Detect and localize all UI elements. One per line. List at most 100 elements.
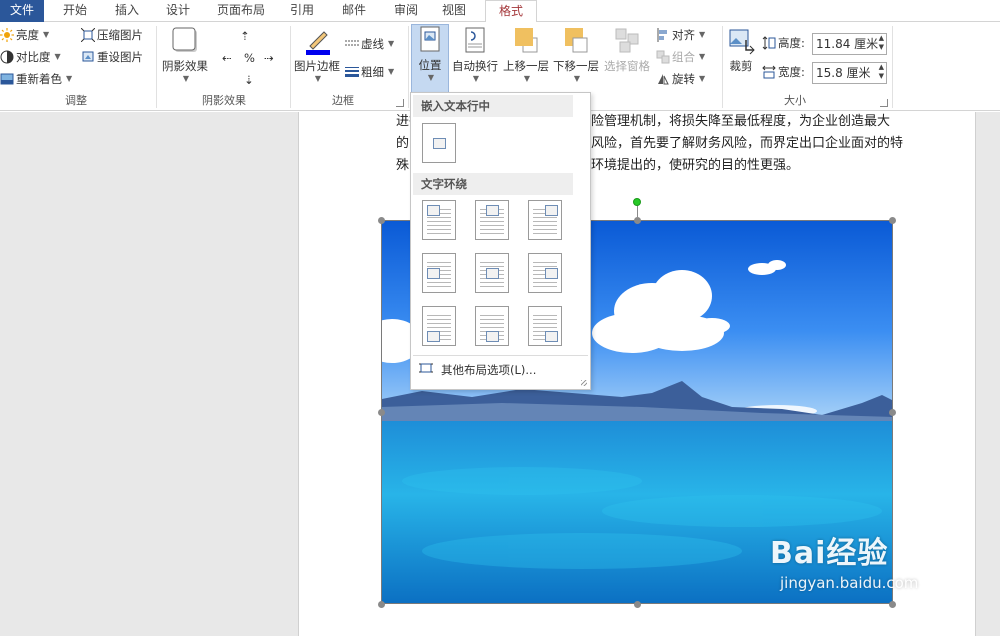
resize-handle-bottom-right[interactable]: [889, 601, 896, 608]
resize-handle-top-left[interactable]: [378, 217, 385, 224]
resize-handle-bottom-left[interactable]: [378, 601, 385, 608]
tab-format[interactable]: 格式: [485, 0, 537, 23]
position-icon: [415, 25, 445, 55]
align-label: 对齐: [672, 28, 695, 42]
align-icon: [656, 28, 670, 42]
picture-icon: [427, 268, 440, 279]
align-button[interactable]: 对齐 ▼: [656, 25, 705, 45]
group-separator: [722, 26, 723, 108]
picture-icon: [427, 331, 440, 342]
resize-handle-bottom[interactable]: [634, 601, 641, 608]
nudge-shadow-up[interactable]: ⇡: [240, 26, 250, 46]
nudge-shadow-right[interactable]: ⇢: [264, 48, 274, 68]
more-layout-options-item[interactable]: 其他布局选项(L)...: [419, 360, 536, 380]
compress-pictures-button[interactable]: 压缩图片: [80, 25, 143, 45]
group-label-border: 边框: [332, 94, 354, 107]
nudge-shadow-down[interactable]: ⇣: [244, 70, 254, 90]
weight-label: 粗细: [361, 65, 384, 79]
position-dropdown-menu: 嵌入文本行中 文字环绕 其他布局选项(L)...: [410, 92, 591, 390]
width-input[interactable]: 15.8 厘米 ▲ ▼: [812, 62, 887, 84]
resize-grip-icon[interactable]: [581, 380, 587, 386]
rotate-button[interactable]: 旋转 ▼: [656, 69, 705, 89]
position-bottom-right-option[interactable]: [528, 306, 562, 346]
width-spinner-icon[interactable]: ▲ ▼: [879, 63, 884, 81]
tab-review[interactable]: 审阅: [384, 0, 428, 22]
group-icon: [656, 50, 670, 64]
crop-icon: [726, 26, 756, 56]
height-spinner-icon[interactable]: ▲ ▼: [879, 34, 884, 52]
shadow-effects-button[interactable]: 阴影效果 ▼: [160, 26, 210, 83]
group-separator: [892, 26, 893, 108]
position-middle-center-option[interactable]: [475, 253, 509, 293]
wrap-text-label: 自动换行: [452, 59, 498, 73]
line-weight-icon: [345, 65, 359, 79]
body-text-line-3-start[interactable]: 殊: [396, 155, 409, 177]
body-text-line-2[interactable]: 风险，首先要了解财务风险，而界定出口企业面对的特: [591, 133, 903, 155]
group-objects-button[interactable]: 组合 ▼: [656, 47, 705, 67]
nudge-shadow-left[interactable]: ⇠: [222, 48, 232, 68]
tab-design[interactable]: 设计: [155, 0, 201, 22]
rotation-handle[interactable]: [633, 198, 641, 206]
body-text-line-2-start[interactable]: 的: [396, 133, 409, 155]
resize-handle-right[interactable]: [889, 409, 896, 416]
tab-file[interactable]: 文件: [0, 0, 44, 22]
reset-picture-button[interactable]: 重设图片: [81, 47, 143, 67]
chevron-down-icon: ▼: [523, 74, 531, 83]
bring-forward-button[interactable]: 上移一层 ▼: [502, 26, 550, 83]
resize-handle-top[interactable]: [634, 217, 641, 224]
position-top-center-option[interactable]: [475, 200, 509, 240]
brightness-button[interactable]: 亮度 ▼: [0, 25, 49, 45]
position-middle-left-option[interactable]: [422, 253, 456, 293]
chevron-down-icon: ▼: [472, 74, 480, 83]
resize-handle-left[interactable]: [378, 409, 385, 416]
position-button[interactable]: 位置 ▼: [411, 24, 449, 94]
weight-button[interactable]: 粗细 ▼: [345, 62, 394, 82]
chevron-down-icon: ▼: [427, 73, 435, 82]
selection-pane-button[interactable]: 选择窗格: [602, 26, 652, 74]
picture-icon: [433, 138, 446, 149]
bring-forward-icon: [511, 26, 541, 56]
contrast-button[interactable]: 对比度 ▼: [0, 47, 61, 67]
rotation-stem: [637, 205, 638, 217]
reset-label: 重设图片: [97, 50, 143, 64]
picture-icon: [486, 268, 499, 279]
menu-divider: [413, 355, 588, 356]
position-top-right-option[interactable]: [528, 200, 562, 240]
tab-references[interactable]: 引用: [280, 0, 324, 22]
resize-handle-top-right[interactable]: [889, 217, 896, 224]
position-bottom-center-option[interactable]: [475, 306, 509, 346]
chevron-down-icon: ▼: [43, 30, 50, 39]
shadow-toggle-button[interactable]: %: [244, 48, 255, 68]
selection-pane-label: 选择窗格: [604, 59, 650, 73]
tab-insert[interactable]: 插入: [104, 0, 150, 22]
dashes-button[interactable]: 虚线 ▼: [345, 34, 394, 54]
body-text-line-3[interactable]: 环境提出的，使研究的目的性更强。: [591, 155, 799, 177]
border-dialog-launcher-icon[interactable]: [396, 99, 404, 107]
position-top-left-option[interactable]: [422, 200, 456, 240]
dashes-icon: [345, 37, 359, 51]
send-backward-button[interactable]: 下移一层 ▼: [552, 26, 600, 83]
send-backward-label: 下移一层: [553, 59, 599, 73]
brightness-label: 亮度: [16, 28, 39, 42]
tab-home[interactable]: 开始: [52, 0, 98, 22]
tab-mailings[interactable]: 邮件: [332, 0, 376, 22]
position-middle-right-option[interactable]: [528, 253, 562, 293]
text-wrapping-header: 文字环绕: [413, 173, 573, 195]
shadow-effects-label: 阴影效果: [162, 59, 208, 73]
height-input[interactable]: 11.84 厘米 ▲ ▼: [812, 33, 887, 55]
wrap-text-button[interactable]: 自动换行 ▼: [451, 26, 499, 83]
position-inline-option[interactable]: [422, 123, 456, 163]
position-bottom-left-option[interactable]: [422, 306, 456, 346]
group-label-shadow: 阴影效果: [202, 94, 246, 107]
more-layout-options-label: 其他布局选项(L)...: [441, 363, 537, 377]
size-dialog-launcher-icon[interactable]: [880, 99, 888, 107]
tab-page-layout[interactable]: 页面布局: [210, 0, 272, 22]
width-icon: [762, 65, 776, 79]
chevron-down-icon: ▼: [66, 74, 73, 83]
tab-view[interactable]: 视图: [432, 0, 476, 22]
crop-button[interactable]: 裁剪: [725, 26, 757, 74]
recolor-button[interactable]: 重新着色 ▼: [0, 69, 72, 89]
body-text-line-1[interactable]: 险管理机制，将损失降至最低程度，为企业创造最大: [591, 111, 890, 133]
picture-border-button[interactable]: 图片边框 ▼: [293, 26, 341, 83]
chevron-down-icon: ▼: [699, 30, 706, 39]
